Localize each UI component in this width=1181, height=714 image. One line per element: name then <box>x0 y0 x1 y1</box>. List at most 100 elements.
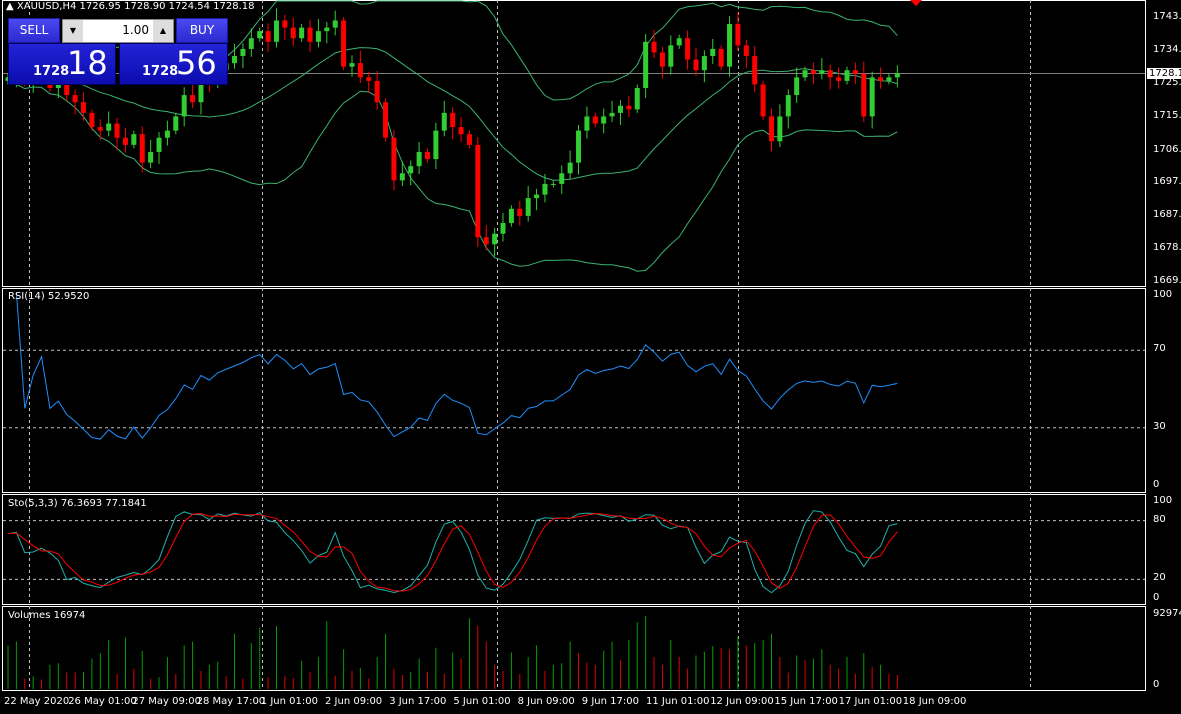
time-axis-label: 27 May 09:00 <box>132 696 201 707</box>
candle-body <box>366 77 372 81</box>
ohlc-high: 1728.90 <box>124 1 166 12</box>
candle-body <box>357 63 363 78</box>
candle-body <box>492 233 498 245</box>
candle-body <box>232 56 238 64</box>
candle-body <box>164 130 170 138</box>
candle-body <box>517 208 523 216</box>
candle-body <box>114 123 120 138</box>
time-axis-label: 26 May 01:00 <box>68 696 137 707</box>
ohlc-open: 1726.95 <box>79 1 121 12</box>
stoch-scale-label: 0 <box>1153 592 1160 603</box>
candle-body <box>752 56 758 85</box>
candle-body <box>332 20 338 28</box>
candle-body <box>634 87 640 110</box>
stoch-scale-label: 20 <box>1153 572 1166 584</box>
candle-body <box>265 31 271 42</box>
sell-price-pips: 18 <box>67 44 108 82</box>
candle-body <box>81 102 87 113</box>
candle-body <box>567 162 573 174</box>
stoch-scale-label: 80 <box>1153 513 1166 525</box>
stoch-scale-label: 100 <box>1153 495 1173 506</box>
lot-decrease-icon[interactable]: ▼ <box>63 20 83 42</box>
candle-body <box>97 127 103 131</box>
stoch-main-line <box>7 510 898 594</box>
panel-border-2 <box>2 494 1146 605</box>
one-click-trading-panel: SELL ▼ ▲ BUY 1728 18 1728 56 <box>8 18 228 85</box>
candle-body <box>659 52 665 67</box>
candle-body <box>307 27 313 42</box>
candle-body <box>584 116 590 131</box>
candle-body <box>408 166 414 174</box>
candle-body <box>592 116 598 124</box>
rsi-scale-label: 70 <box>1153 343 1166 355</box>
candle-body <box>122 137 128 145</box>
candle-body <box>441 112 447 131</box>
candle-body <box>483 237 489 245</box>
candle-body <box>534 194 540 199</box>
candle-body <box>651 41 657 53</box>
ohlc-low: 1724.54 <box>168 1 210 12</box>
candle-body <box>844 70 850 81</box>
time-axis-label: 12 Jun 09:00 <box>710 696 774 707</box>
symbol-name: XAUUSD,H4 <box>16 1 77 12</box>
candle-body <box>72 95 78 103</box>
chart-canvas[interactable] <box>0 0 1181 714</box>
candle-body <box>248 38 254 49</box>
candle-body <box>148 151 154 163</box>
candle-body <box>181 95 187 117</box>
sell-price-box[interactable]: 1728 18 <box>8 43 116 85</box>
volumes-label: Volumes 16974 <box>8 610 86 621</box>
candle-body <box>794 77 800 96</box>
candle-body <box>718 48 724 67</box>
time-axis-label: 2 Jun 09:00 <box>325 696 383 707</box>
candle-body <box>550 183 556 185</box>
candle-body <box>609 112 615 117</box>
collapse-triangle-icon[interactable]: ▲ <box>6 1 14 12</box>
price-scale-label: 1687.9 <box>1153 209 1181 221</box>
candle-body <box>878 77 884 81</box>
candle-body <box>425 151 430 160</box>
candle-body <box>315 31 321 42</box>
time-axis-label: 15 Jun 17:00 <box>774 696 838 707</box>
price-scale-label: 1678.7 <box>1153 241 1181 253</box>
rsi-scale-label: 0 <box>1153 479 1160 490</box>
price-scale-label: 1743.7 <box>1153 11 1181 22</box>
candle-body <box>601 116 607 124</box>
time-axis-label: 17 Jun 01:00 <box>838 696 903 707</box>
candle-body <box>466 134 472 145</box>
candle-body <box>643 41 649 88</box>
lot-increase-icon[interactable]: ▲ <box>153 20 173 42</box>
candle-body <box>802 70 808 78</box>
candle-body <box>559 173 565 184</box>
sell-button[interactable]: SELL <box>8 18 60 43</box>
buy-button[interactable]: BUY <box>176 18 228 43</box>
sell-price-prefix: 1728 <box>33 64 70 79</box>
candle-body <box>894 73 900 78</box>
alert-arrow-icon <box>910 0 922 6</box>
candle-body <box>710 48 716 57</box>
price-scale-label: 1725.2 <box>1153 76 1181 88</box>
candle-body <box>173 116 179 131</box>
candle-body <box>735 24 741 46</box>
price-scale-label: 1734.4 <box>1153 44 1181 56</box>
lot-size-input[interactable] <box>85 20 151 40</box>
candle-body <box>777 116 783 142</box>
candle-body <box>819 70 825 74</box>
time-axis-label: 9 Jun 17:00 <box>581 696 639 707</box>
candle-body <box>869 77 875 117</box>
candle-body <box>836 77 842 81</box>
candle-body <box>785 95 791 117</box>
time-axis-label: 28 May 17:00 <box>196 696 266 707</box>
lot-size-stepper: ▼ ▲ <box>62 19 174 43</box>
time-axis-label: 5 Jun 01:00 <box>453 696 511 707</box>
candle-body <box>89 112 95 128</box>
buy-price-box[interactable]: 1728 56 <box>119 43 228 85</box>
candle-body <box>668 45 674 67</box>
price-scale-label: 1706.4 <box>1153 143 1181 155</box>
candle-body <box>450 112 456 128</box>
candle-body <box>810 70 816 74</box>
candle-body <box>701 56 707 71</box>
rsi-scale-label: 100 <box>1153 289 1173 300</box>
volume-scale-min: 0 <box>1153 679 1160 690</box>
candle-body <box>156 137 162 152</box>
